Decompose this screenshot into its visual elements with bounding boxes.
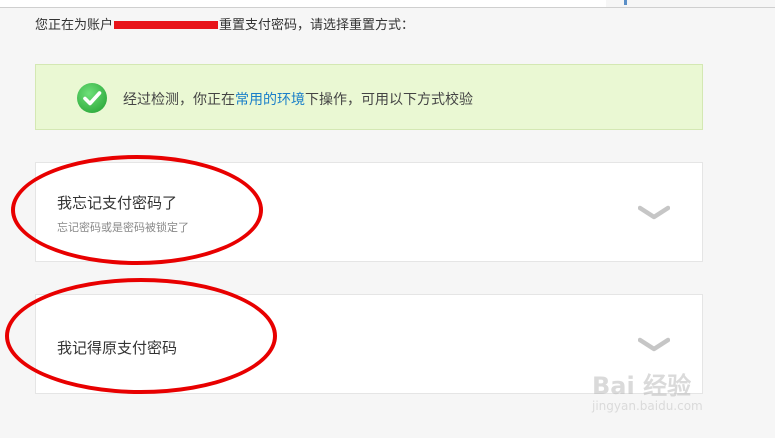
- environment-notice: 经过检测，你正在常用的环境下操作，可用以下方式校验: [35, 64, 703, 130]
- intro-text: 您正在为账户 重置支付密码，请选择重置方式：: [35, 14, 414, 33]
- option-remember-password[interactable]: 我记得原支付密码: [35, 294, 703, 394]
- redacted-account: [114, 20, 219, 29]
- tab-indicator: [624, 0, 627, 5]
- browser-tab-active[interactable]: [606, 0, 775, 8]
- option-subtitle: 忘记密码或是密码被锁定了: [57, 221, 189, 234]
- browser-tab[interactable]: [376, 0, 607, 8]
- intro-prefix: 您正在为账户: [35, 18, 114, 33]
- chevron-down-icon[interactable]: [638, 205, 670, 221]
- option-title: 我记得原支付密码: [57, 339, 178, 357]
- browser-tab[interactable]: [0, 0, 149, 8]
- notice-text: 经过检测，你正在常用的环境下操作，可用以下方式校验: [123, 89, 473, 109]
- option-forgot-password[interactable]: 我忘记支付密码了 忘记密码或是密码被锁定了: [35, 162, 703, 262]
- option-title: 我忘记支付密码了: [57, 194, 178, 212]
- watermark-url: jingyan.baidu.com: [592, 399, 703, 413]
- common-environment-link[interactable]: 常用的环境: [235, 92, 305, 108]
- browser-tab[interactable]: [148, 0, 377, 8]
- chevron-down-icon[interactable]: [638, 337, 670, 353]
- intro-suffix: 重置支付密码，请选择重置方式：: [219, 18, 415, 33]
- notice-text-after: 下操作，可用以下方式校验: [305, 92, 473, 108]
- notice-text-before: 经过检测，你正在: [123, 92, 235, 108]
- check-circle-icon: [77, 83, 107, 113]
- browser-tab-strip: [0, 0, 775, 8]
